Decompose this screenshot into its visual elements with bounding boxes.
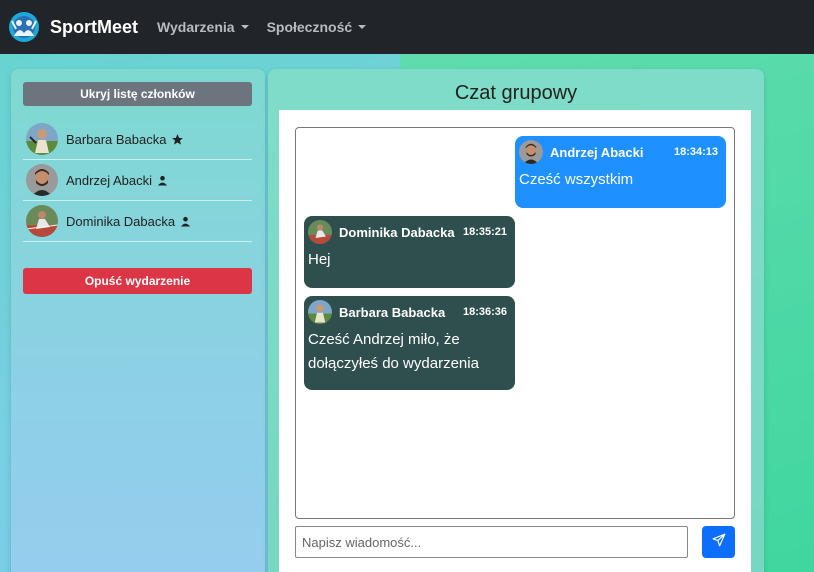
navbar: SportMeet Wydarzenia Społeczność xyxy=(0,0,814,54)
user-icon xyxy=(157,175,168,186)
avatar xyxy=(26,164,58,196)
member-item[interactable]: Andrzej Abacki xyxy=(23,160,252,201)
brand-name: SportMeet xyxy=(50,16,139,37)
message-header: Dominika Dabacka 18:35:21 xyxy=(308,216,507,248)
chat-body: Andrzej Abacki 18:34:13 Cześć wszystkim xyxy=(279,110,751,572)
message-header: Barbara Babacka 18:36:36 xyxy=(308,296,507,328)
messages-area[interactable]: Andrzej Abacki 18:34:13 Cześć wszystkim xyxy=(295,127,735,519)
message-header: Andrzej Abacki 18:34:13 xyxy=(519,136,718,168)
hide-members-button[interactable]: Ukryj listę członków xyxy=(23,82,252,106)
user-icon xyxy=(180,216,191,227)
members-sidebar: Ukryj listę członków Barbara Babacka And… xyxy=(11,69,265,572)
send-button[interactable] xyxy=(702,526,735,558)
nav-wydarzenia-label: Wydarzenia xyxy=(157,19,235,35)
nav-spolecznosc-dropdown[interactable]: Społeczność xyxy=(267,19,367,35)
nav-wydarzenia-dropdown[interactable]: Wydarzenia xyxy=(157,19,249,35)
message-author: Barbara Babacka xyxy=(339,304,446,320)
message-time: 18:34:13 xyxy=(673,146,718,158)
send-icon xyxy=(712,533,726,552)
star-icon xyxy=(171,133,184,146)
message-time: 18:36:36 xyxy=(462,306,507,318)
sportmeet-logo-icon xyxy=(8,11,40,43)
nav-spolecznosc-label: Społeczność xyxy=(266,19,353,35)
message-author: Andrzej Abacki xyxy=(550,144,644,160)
message-author: Dominika Dabacka xyxy=(339,224,455,240)
message-time: 18:35:21 xyxy=(462,226,507,238)
member-item[interactable]: Dominika Dabacka xyxy=(23,201,252,242)
message-text: Cześć Andrzej miło, że dołączyłeś do wyd… xyxy=(308,331,479,372)
message-input[interactable] xyxy=(295,526,688,558)
avatar xyxy=(26,205,58,237)
member-name: Dominika Dabacka xyxy=(66,213,176,229)
leave-event-button[interactable]: Opuść wydarzenie xyxy=(23,268,252,294)
avatar xyxy=(308,300,332,324)
member-name: Barbara Babacka xyxy=(66,131,167,147)
members-list: Barbara Babacka Andrzej Abacki Dominika … xyxy=(23,119,252,242)
message-bubble: Andrzej Abacki 18:34:13 Cześć wszystkim xyxy=(515,136,726,208)
message-bubble: Dominika Dabacka 18:35:21 Hej xyxy=(304,216,515,288)
avatar xyxy=(308,220,332,244)
message-text: Hej xyxy=(308,251,331,268)
avatar xyxy=(519,140,543,164)
caret-down-icon xyxy=(240,25,249,29)
brand[interactable]: SportMeet xyxy=(8,11,138,43)
caret-down-icon xyxy=(358,25,367,29)
member-item[interactable]: Barbara Babacka xyxy=(23,119,252,160)
message-text: Cześć wszystkim xyxy=(519,171,634,188)
message-bubble: Barbara Babacka 18:36:36 Cześć Andrzej m… xyxy=(304,296,515,390)
member-name: Andrzej Abacki xyxy=(66,172,152,188)
group-chat-card: Czat grupowy Andrzej Abacki 18:34:13 Cze… xyxy=(268,69,764,572)
avatar xyxy=(26,123,58,155)
chat-title: Czat grupowy xyxy=(454,82,578,104)
message-input-row xyxy=(295,526,735,558)
